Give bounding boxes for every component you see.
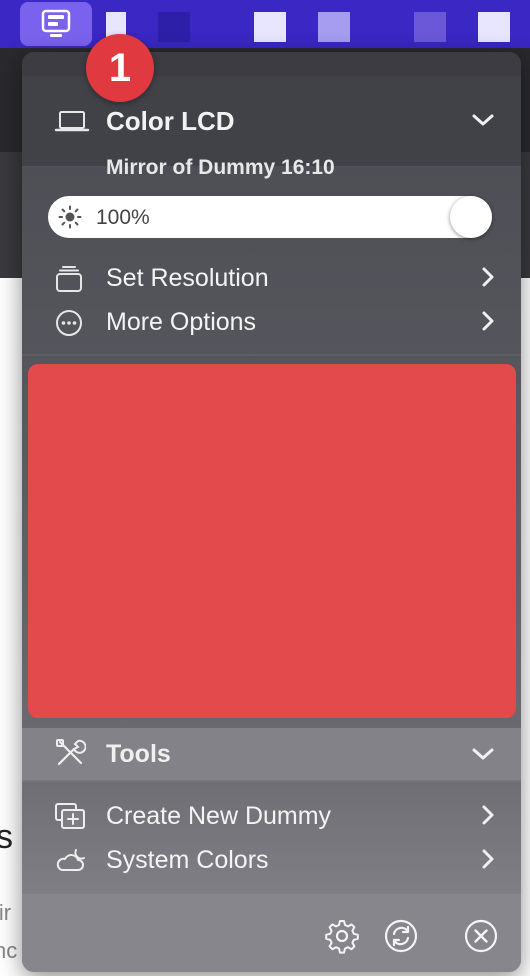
stack-icon <box>54 264 84 299</box>
tools-title: Tools <box>106 740 171 768</box>
brightness-slider-knob[interactable] <box>450 196 492 238</box>
display-preview <box>28 364 516 718</box>
display-mirror-status: Mirror of Dummy 16:10 <box>106 156 335 179</box>
add-display-icon <box>54 802 86 837</box>
step-badge: 1 <box>86 34 154 102</box>
menu-bar-item[interactable] <box>414 12 446 42</box>
laptop-icon <box>54 110 90 139</box>
chevron-down-icon[interactable] <box>471 746 495 767</box>
cloud-moon-icon <box>54 846 88 881</box>
menu-item-more-options[interactable]: More Options <box>22 299 521 343</box>
menu-bar-item[interactable] <box>254 12 286 42</box>
menu-item-label: Set Resolution <box>106 264 269 292</box>
menu-item-system-colors[interactable]: System Colors <box>22 837 521 881</box>
menu-item-label: More Options <box>106 308 257 336</box>
menu-item-create-new-dummy[interactable]: Create New Dummy <box>22 793 521 837</box>
chevron-right-icon <box>481 804 495 831</box>
tools-icon <box>54 737 87 774</box>
chevron-down-icon[interactable] <box>471 112 495 133</box>
brightness-value: 100% <box>96 206 150 229</box>
brightness-slider[interactable]: 100% <box>48 196 492 238</box>
brightness-icon <box>58 205 82 234</box>
menu-item-label: System Colors <box>106 846 269 874</box>
chevron-right-icon <box>481 848 495 875</box>
gear-icon[interactable] <box>324 918 360 959</box>
menu-bar <box>0 0 530 48</box>
display-manager-icon[interactable] <box>20 2 92 46</box>
menu-bar-item[interactable] <box>318 12 350 42</box>
close-icon[interactable] <box>463 918 499 959</box>
chevron-right-icon <box>481 310 495 337</box>
menu-bar-item[interactable] <box>478 12 510 42</box>
ellipsis-circle-icon <box>54 308 84 343</box>
background-text: s <box>0 818 13 856</box>
menu-item-set-resolution[interactable]: Set Resolution <box>22 255 521 299</box>
tools-section-header[interactable]: Tools <box>22 728 521 780</box>
display-popup-menu: Color LCD Mirror of Dummy 16:10 100% Set… <box>22 52 521 972</box>
chevron-right-icon <box>481 266 495 293</box>
divider <box>22 354 521 356</box>
menu-bar-item[interactable] <box>158 12 190 42</box>
background-text: nc <box>0 938 18 963</box>
divider <box>22 780 521 782</box>
panel-footer <box>22 894 521 972</box>
background-text: lir <box>0 900 12 925</box>
refresh-icon[interactable] <box>383 918 419 959</box>
display-name: Color LCD <box>106 106 235 136</box>
menu-item-label: Create New Dummy <box>106 802 332 830</box>
